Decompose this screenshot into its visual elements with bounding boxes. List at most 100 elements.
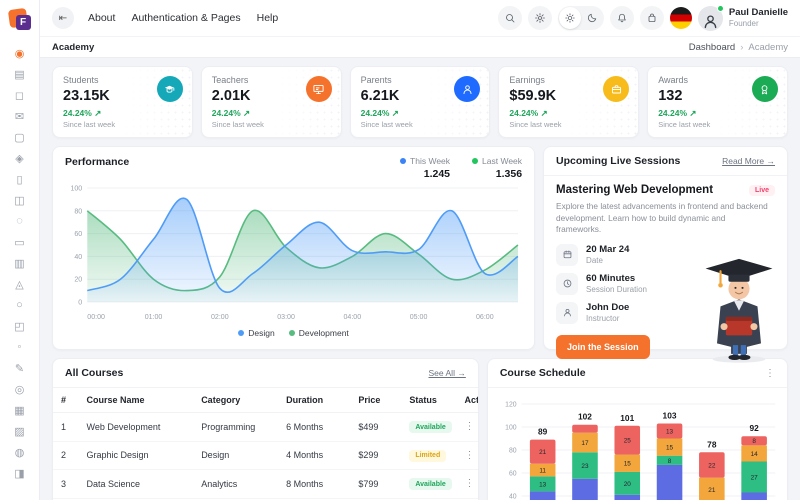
sidebar-item-invoice-icon[interactable]: ▥ bbox=[10, 253, 30, 273]
settings-gear-icon[interactable] bbox=[528, 6, 552, 30]
avatar bbox=[698, 6, 723, 31]
course-status: Limited bbox=[401, 441, 456, 470]
sidebar-item-logistics-icon[interactable]: ◫ bbox=[10, 190, 30, 210]
svg-text:15: 15 bbox=[624, 461, 632, 468]
page-title: Academy bbox=[52, 42, 94, 53]
svg-text:13: 13 bbox=[666, 428, 674, 435]
sidebar-item-profile-icon[interactable]: ○ bbox=[10, 295, 30, 315]
session-title: Mastering Web Development bbox=[556, 184, 713, 196]
sidebar-item-jobs-icon[interactable]: ◌ bbox=[10, 211, 30, 231]
sidebar-item-cart-icon[interactable]: ▢ bbox=[10, 127, 30, 147]
performance-card: Performance This Week 1.245 Last Week 1.… bbox=[52, 146, 535, 350]
notifications-bell-icon[interactable] bbox=[610, 6, 634, 30]
column-header: # bbox=[53, 388, 78, 413]
menu-item-1[interactable]: Authentication & Pages bbox=[131, 12, 240, 24]
course-duration: 6 Months bbox=[278, 413, 350, 442]
breadcrumb-bar: Academy Dashboard›Academy bbox=[40, 36, 800, 58]
performance-area-chart: 02040608010000:0001:0002:0003:0004:0005:… bbox=[53, 182, 534, 328]
svg-text:17: 17 bbox=[581, 440, 589, 447]
series-legend-development[interactable]: Development bbox=[289, 328, 349, 338]
read-more-link[interactable]: Read More → bbox=[722, 156, 775, 166]
stat-delta: 24.24% ↗ bbox=[509, 108, 628, 119]
trend-up-icon: ↗ bbox=[689, 108, 696, 118]
app-logo-icon[interactable]: F bbox=[8, 7, 32, 31]
legend-dot-icon bbox=[238, 330, 244, 336]
menu-item-0[interactable]: About bbox=[88, 12, 115, 24]
briefcase-icon bbox=[603, 76, 629, 102]
svg-text:40: 40 bbox=[509, 493, 517, 500]
course-duration: 4 Months bbox=[278, 441, 350, 470]
svg-text:20: 20 bbox=[624, 481, 632, 488]
svg-text:03:00: 03:00 bbox=[277, 314, 295, 321]
content: Students 23.15K 24.24% ↗ Since last week… bbox=[40, 58, 800, 500]
sidebar-item-columns-icon[interactable]: ◨ bbox=[10, 463, 30, 483]
row-actions-dots-icon[interactable]: ⋮ bbox=[457, 413, 478, 442]
user-menu[interactable]: Paul Danielle Founder bbox=[698, 6, 788, 31]
card-menu-dots-icon[interactable]: ⋮ bbox=[765, 368, 775, 379]
courses-table-header: #Course NameCategoryDurationPriceStatusA… bbox=[53, 388, 478, 413]
trend-up-icon: ↗ bbox=[94, 108, 101, 118]
sidebar-item-pin-icon[interactable]: ◦ bbox=[10, 337, 30, 357]
sidebar-item-table-icon[interactable]: ▦ bbox=[10, 400, 30, 420]
cart-bag-icon[interactable] bbox=[640, 6, 664, 30]
stat-note: Since last week bbox=[658, 120, 777, 129]
sidebar-collapse-button[interactable]: ⇤ bbox=[52, 7, 74, 29]
svg-text:100: 100 bbox=[70, 186, 82, 193]
stat-card-awards: Awards 132 24.24% ↗ Since last week bbox=[647, 66, 788, 138]
sidebar-item-mail-icon[interactable]: ✉ bbox=[10, 106, 30, 126]
clock-icon bbox=[556, 273, 578, 295]
svg-text:92: 92 bbox=[749, 423, 759, 433]
join-session-button[interactable]: Join the Session bbox=[556, 335, 650, 359]
theme-toggle[interactable] bbox=[558, 6, 604, 30]
column-header: Course Name bbox=[78, 388, 193, 413]
svg-text:13: 13 bbox=[539, 481, 547, 488]
stat-note: Since last week bbox=[63, 120, 182, 129]
svg-text:01:00: 01:00 bbox=[145, 314, 163, 321]
see-all-link[interactable]: See All → bbox=[429, 368, 466, 378]
course-name: Web Development bbox=[78, 413, 193, 442]
menu-item-2[interactable]: Help bbox=[257, 12, 279, 24]
detail-value: 20 Mar 24 bbox=[586, 244, 629, 255]
breadcrumb-item[interactable]: Dashboard bbox=[689, 42, 735, 53]
user-name: Paul Danielle bbox=[729, 8, 788, 18]
course-status: Available bbox=[401, 413, 456, 442]
online-status-dot bbox=[717, 5, 724, 12]
column-header: Action bbox=[457, 388, 478, 413]
sidebar-item-statistics-icon[interactable]: ▨ bbox=[10, 421, 30, 441]
trend-up-icon: ↗ bbox=[392, 108, 399, 118]
sidebar-item-chat-icon[interactable]: ◻ bbox=[10, 85, 30, 105]
sidebar-item-pen-icon[interactable]: ✎ bbox=[10, 358, 30, 378]
series-legend-design[interactable]: Design bbox=[238, 328, 274, 338]
svg-text:22: 22 bbox=[708, 462, 716, 469]
live-sessions-card: Upcoming Live Sessions Read More → Maste… bbox=[543, 146, 788, 350]
course-name: Data Science bbox=[78, 470, 193, 499]
breadcrumb-item[interactable]: Academy bbox=[748, 42, 788, 53]
sidebar-item-dashboard-icon[interactable]: ◉ bbox=[10, 43, 30, 63]
row-actions-dots-icon[interactable]: ⋮ bbox=[457, 470, 478, 499]
sidebar-item-eye-icon[interactable]: ◎ bbox=[10, 379, 30, 399]
sidebar-item-academy-icon[interactable]: ◈ bbox=[10, 148, 30, 168]
dark-mode-moon-icon[interactable] bbox=[581, 7, 603, 29]
row-actions-dots-icon[interactable]: ⋮ bbox=[457, 441, 478, 470]
search-icon[interactable] bbox=[498, 6, 522, 30]
sidebar-item-display-icon[interactable]: ▭ bbox=[10, 232, 30, 252]
light-mode-sun-icon[interactable] bbox=[559, 7, 581, 29]
session-description: Explore the latest advancements in front… bbox=[556, 201, 771, 236]
svg-text:06:00: 06:00 bbox=[476, 314, 494, 321]
calendar-icon bbox=[556, 244, 578, 266]
sidebar-item-library-icon[interactable]: ▯ bbox=[10, 169, 30, 189]
sidebar-item-analytics-icon[interactable]: ▤ bbox=[10, 64, 30, 84]
all-courses-card: All Courses See All → #Course NameCatego… bbox=[52, 358, 479, 500]
live-session-body: Mastering Web Development Live Explore t… bbox=[544, 176, 787, 367]
course-category: Analytics bbox=[193, 470, 278, 499]
svg-text:02:00: 02:00 bbox=[211, 314, 229, 321]
sidebar-item-products-icon[interactable]: ◰ bbox=[10, 316, 30, 336]
sidebar-item-flow-icon[interactable]: ◬ bbox=[10, 274, 30, 294]
sidebar-item-share-icon[interactable]: ◍ bbox=[10, 442, 30, 462]
svg-text:103: 103 bbox=[662, 410, 676, 420]
stat-card-teachers: Teachers 2.01K 24.24% ↗ Since last week bbox=[201, 66, 342, 138]
language-german-flag-icon[interactable] bbox=[670, 7, 692, 29]
column-header: Category bbox=[193, 388, 278, 413]
detail-label: Session Duration bbox=[586, 285, 647, 294]
course-row: 3 Data Science Analytics 8 Months $799 A… bbox=[53, 470, 478, 499]
